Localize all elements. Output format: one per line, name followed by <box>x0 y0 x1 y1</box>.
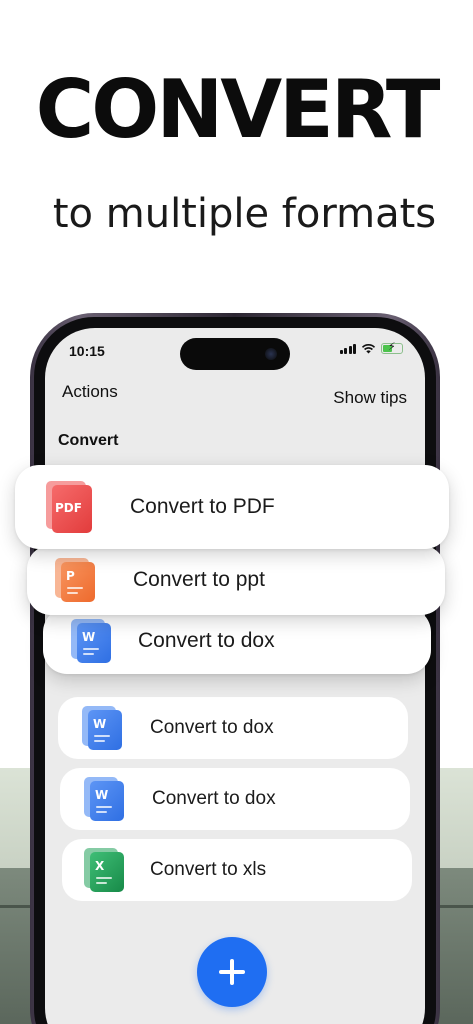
list-item-label: Convert to xls <box>150 859 267 880</box>
battery-icon: ⚡ <box>381 342 403 354</box>
ppt-file-icon: P <box>55 558 95 602</box>
featured-card-label: Convert to dox <box>138 629 275 652</box>
featured-card-convert-pdf[interactable]: PDF Convert to PDF <box>15 465 449 549</box>
word-file-icon: W <box>71 619 111 663</box>
featured-card-label: Convert to ppt <box>133 568 265 591</box>
list-item-convert-xls[interactable]: X Convert to xls <box>62 839 412 901</box>
word-file-icon: W <box>82 706 122 750</box>
list-item-convert-dox-1[interactable]: W Convert to dox <box>58 697 408 759</box>
promo-subheadline: to multiple formats <box>52 191 437 237</box>
list-item-label: Convert to dox <box>152 788 276 809</box>
cellular-signal-icon <box>339 343 356 354</box>
section-title-convert: Convert <box>58 432 119 449</box>
actions-title: Actions <box>62 382 118 401</box>
add-button[interactable] <box>197 937 267 1007</box>
status-time: 10:15 <box>69 343 105 359</box>
status-icons: ⚡ <box>339 342 403 354</box>
list-item-convert-dox-2[interactable]: W Convert to dox <box>60 768 410 830</box>
show-tips-button[interactable]: Show tips <box>333 388 407 408</box>
promo-headline: CONVERT <box>35 63 441 156</box>
dynamic-island <box>180 338 290 370</box>
featured-card-convert-ppt[interactable]: P Convert to ppt <box>27 545 445 615</box>
featured-card-label: Convert to PDF <box>130 495 275 518</box>
featured-card-convert-dox[interactable]: W Convert to dox <box>43 608 431 674</box>
camera-icon <box>265 348 277 360</box>
word-file-icon: W <box>84 777 124 821</box>
list-item-label: Convert to dox <box>150 717 274 738</box>
pdf-file-icon: PDF <box>46 481 92 533</box>
phone-screen: 10:15 ⚡ Actions Show tips Convert W Conv… <box>45 328 425 1024</box>
excel-file-icon: X <box>84 848 124 892</box>
wifi-icon <box>361 344 376 354</box>
